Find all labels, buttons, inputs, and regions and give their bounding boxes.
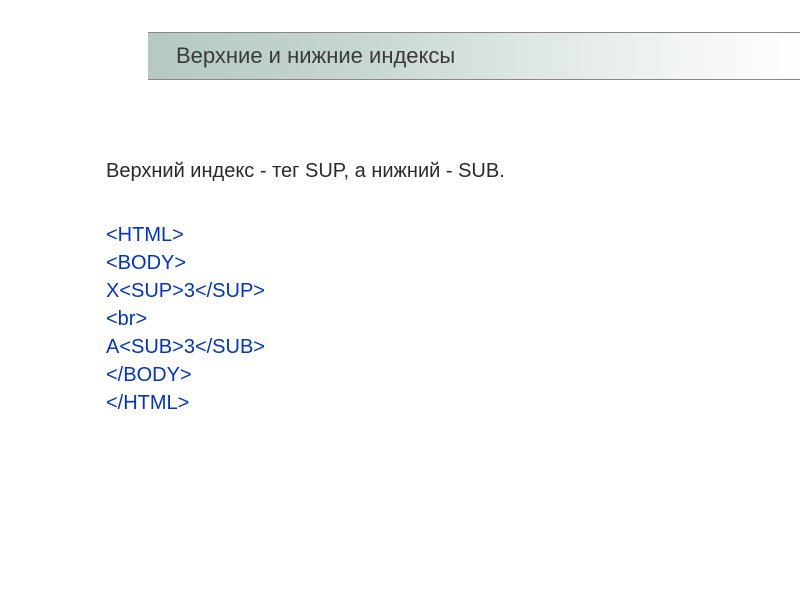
- page-title: Верхние и нижние индексы: [176, 43, 455, 69]
- code-line: X<SUP>3</SUP>: [106, 277, 760, 305]
- content-area: Верхний индекс - тег SUP, а нижний - SUB…: [106, 160, 760, 417]
- code-line: A<SUB>3</SUB>: [106, 333, 760, 361]
- intro-text: Верхний индекс - тег SUP, а нижний - SUB…: [106, 160, 760, 183]
- code-block: <HTML> <BODY> X<SUP>3</SUP> <br> A<SUB>3…: [106, 221, 760, 417]
- code-line: <br>: [106, 305, 760, 333]
- code-line: <HTML>: [106, 221, 760, 249]
- code-line: <BODY>: [106, 249, 760, 277]
- code-line: </BODY>: [106, 361, 760, 389]
- code-line: </HTML>: [106, 389, 760, 417]
- header-bar: Верхние и нижние индексы: [148, 32, 800, 80]
